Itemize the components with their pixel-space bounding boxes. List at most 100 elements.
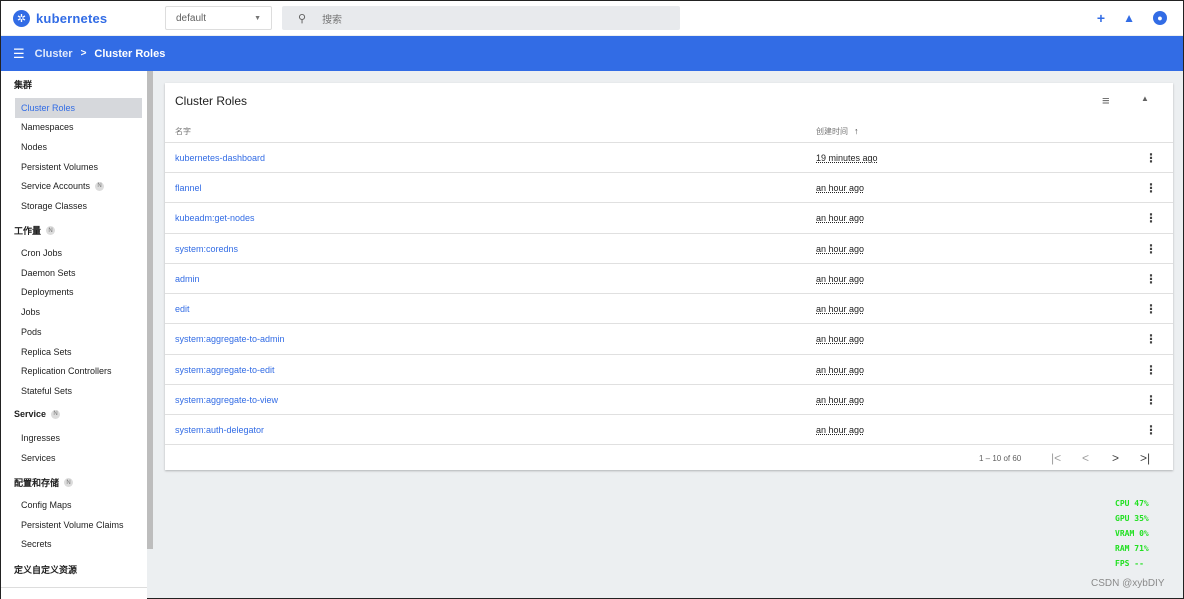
sidebar-item-cron-jobs[interactable]: Cron Jobs bbox=[15, 243, 142, 263]
table-row: system:aggregate-to-view an hour ago ⋮ bbox=[165, 384, 1173, 414]
role-name-link[interactable]: system:aggregate-to-view bbox=[175, 395, 278, 405]
kubernetes-logo-icon: ✲ bbox=[13, 9, 30, 27]
created-time: an hour ago bbox=[816, 244, 865, 254]
stat-cpu: CPU 47% bbox=[1115, 499, 1149, 508]
stat-gpu: GPU 35% bbox=[1115, 514, 1149, 523]
breadcrumb: Cluster > Cluster Roles bbox=[35, 48, 166, 60]
plus-icon[interactable]: + bbox=[1097, 10, 1105, 26]
sidebar-item-deployments[interactable]: Deployments bbox=[15, 282, 142, 302]
more-vert-icon[interactable]: ⋮ bbox=[1145, 363, 1157, 377]
sidebar-item-replication-controllers[interactable]: Replication Controllers bbox=[15, 361, 142, 381]
sidebar-item-persistent-volume-claims[interactable]: Persistent Volume Claims bbox=[15, 515, 142, 535]
bell-icon[interactable]: ▲ bbox=[1123, 11, 1135, 25]
top-bar: ✲ kubernetes default ▼ ⚲ 搜索 + ▲ ● bbox=[1, 1, 1183, 35]
column-header-name[interactable]: 名字 bbox=[175, 126, 191, 137]
namespace-value: default bbox=[176, 12, 207, 24]
created-time: an hour ago bbox=[816, 425, 865, 435]
previous-page-icon[interactable]: < bbox=[1082, 451, 1089, 465]
performance-overlay: CPU 47% GPU 35% VRAM 0% RAM 71% FPS -- bbox=[1115, 496, 1149, 571]
search-icon: ⚲ bbox=[298, 12, 307, 25]
card-title: Cluster Roles bbox=[175, 94, 248, 108]
first-page-icon[interactable]: |< bbox=[1051, 451, 1061, 465]
sidebar-item-jobs[interactable]: Jobs bbox=[15, 302, 142, 322]
chevron-right-icon: > bbox=[80, 48, 87, 59]
filter-icon[interactable]: ≡ bbox=[1102, 93, 1110, 108]
sidebar-group-service[interactable]: Service N bbox=[14, 409, 61, 419]
sidebar-group-workloads[interactable]: 工作量 N bbox=[14, 224, 56, 237]
more-vert-icon[interactable]: ⋮ bbox=[1145, 393, 1157, 407]
namespaced-badge: N bbox=[46, 226, 56, 235]
namespaced-badge: N bbox=[51, 409, 61, 419]
sidebar-item-namespaces[interactable]: Namespaces bbox=[15, 117, 142, 137]
role-name-link[interactable]: flannel bbox=[175, 183, 202, 193]
next-page-icon[interactable]: > bbox=[1112, 451, 1119, 465]
sidebar-item-service-accounts[interactable]: Service Accounts N bbox=[15, 176, 142, 196]
cluster-roles-card: Cluster Roles ≡ ▲ 名字 创建时间 ↑ kubernetes-da… bbox=[165, 83, 1173, 470]
more-vert-icon[interactable]: ⋮ bbox=[1145, 423, 1157, 437]
more-vert-icon[interactable]: ⋮ bbox=[1145, 302, 1157, 316]
created-time: an hour ago bbox=[816, 183, 865, 193]
role-name-link[interactable]: admin bbox=[175, 274, 200, 284]
role-name-link[interactable]: system:aggregate-to-edit bbox=[175, 365, 275, 375]
column-header-created[interactable]: 创建时间 ↑ bbox=[816, 126, 859, 137]
sort-arrow-up-icon: ↑ bbox=[854, 126, 859, 136]
search-placeholder: 搜索 bbox=[322, 14, 343, 26]
sidebar-item-services[interactable]: Services bbox=[15, 448, 142, 468]
sidebar-group-custom-resources[interactable]: 定义自定义资源 bbox=[14, 563, 77, 576]
more-vert-icon[interactable]: ⋮ bbox=[1145, 272, 1157, 286]
more-vert-icon[interactable]: ⋮ bbox=[1145, 211, 1157, 225]
table-row: system:auth-delegator an hour ago ⋮ bbox=[165, 414, 1173, 444]
sidebar-item-replica-sets[interactable]: Replica Sets bbox=[15, 342, 142, 362]
sidebar-group-cluster[interactable]: 集群 bbox=[14, 78, 32, 91]
sidebar-item-storage-classes[interactable]: Storage Classes bbox=[15, 196, 142, 216]
account-icon[interactable]: ● bbox=[1153, 11, 1167, 25]
sidebar-scrollbar[interactable] bbox=[147, 71, 153, 549]
menu-icon[interactable]: ☰ bbox=[13, 46, 25, 62]
created-time: an hour ago bbox=[816, 213, 865, 223]
pagination-range: 1 – 10 of 60 bbox=[979, 454, 1022, 463]
role-name-link[interactable]: edit bbox=[175, 304, 190, 314]
more-vert-icon[interactable]: ⋮ bbox=[1145, 181, 1157, 195]
brand-name: kubernetes bbox=[36, 10, 108, 26]
breadcrumb-cluster[interactable]: Cluster bbox=[35, 48, 73, 60]
table-row: system:aggregate-to-edit an hour ago ⋮ bbox=[165, 354, 1173, 384]
table-row: system:aggregate-to-admin an hour ago ⋮ bbox=[165, 323, 1173, 353]
namespace-select[interactable]: default ▼ bbox=[165, 6, 272, 30]
role-name-link[interactable]: system:auth-delegator bbox=[175, 425, 264, 435]
role-name-link[interactable]: kubeadm:get-nodes bbox=[175, 213, 255, 223]
stat-fps: FPS -- bbox=[1115, 559, 1144, 568]
sidebar-item-config-maps[interactable]: Config Maps bbox=[15, 495, 142, 515]
search-input[interactable]: ⚲ 搜索 bbox=[282, 6, 680, 30]
sidebar-item-stateful-sets[interactable]: Stateful Sets bbox=[15, 381, 142, 401]
created-time: an hour ago bbox=[816, 274, 865, 284]
sidebar-item-daemon-sets[interactable]: Daemon Sets bbox=[15, 263, 142, 283]
table-row: kubernetes-dashboard 19 minutes ago ⋮ bbox=[165, 142, 1173, 172]
role-name-link[interactable]: system:aggregate-to-admin bbox=[175, 334, 285, 344]
sidebar-item-persistent-volumes[interactable]: Persistent Volumes bbox=[15, 157, 142, 177]
created-time: an hour ago bbox=[816, 365, 865, 375]
more-vert-icon[interactable]: ⋮ bbox=[1145, 151, 1157, 165]
table-row: flannel an hour ago ⋮ bbox=[165, 172, 1173, 202]
breadcrumb-cluster-roles: Cluster Roles bbox=[94, 47, 166, 60]
more-vert-icon[interactable]: ⋮ bbox=[1145, 332, 1157, 346]
role-name-link[interactable]: kubernetes-dashboard bbox=[175, 153, 265, 163]
collapse-icon[interactable]: ▲ bbox=[1141, 94, 1149, 103]
paginator: 1 – 10 of 60 |< < > >| bbox=[165, 444, 1173, 470]
sidebar-item-secrets[interactable]: Secrets bbox=[15, 534, 142, 554]
created-time: an hour ago bbox=[816, 395, 865, 405]
created-time: an hour ago bbox=[816, 334, 865, 344]
sidebar-item-ingresses[interactable]: Ingresses bbox=[15, 428, 142, 448]
sidebar-item-pods[interactable]: Pods bbox=[15, 322, 142, 342]
created-time: an hour ago bbox=[816, 304, 865, 314]
last-page-icon[interactable]: >| bbox=[1140, 451, 1150, 465]
more-vert-icon[interactable]: ⋮ bbox=[1145, 242, 1157, 256]
role-name-link[interactable]: system:coredns bbox=[175, 244, 238, 254]
table-row: edit an hour ago ⋮ bbox=[165, 293, 1173, 323]
watermark: CSDN @xybDIY bbox=[1091, 578, 1165, 589]
sidebar-item-nodes[interactable]: Nodes bbox=[15, 137, 142, 157]
created-time: 19 minutes ago bbox=[816, 153, 878, 163]
stat-ram: RAM 71% bbox=[1115, 544, 1149, 553]
sidebar-item-cluster-roles[interactable]: Cluster Roles bbox=[15, 98, 142, 118]
sidebar-group-config-storage[interactable]: 配置和存储 N bbox=[14, 476, 74, 489]
brand[interactable]: ✲ kubernetes bbox=[13, 9, 165, 27]
